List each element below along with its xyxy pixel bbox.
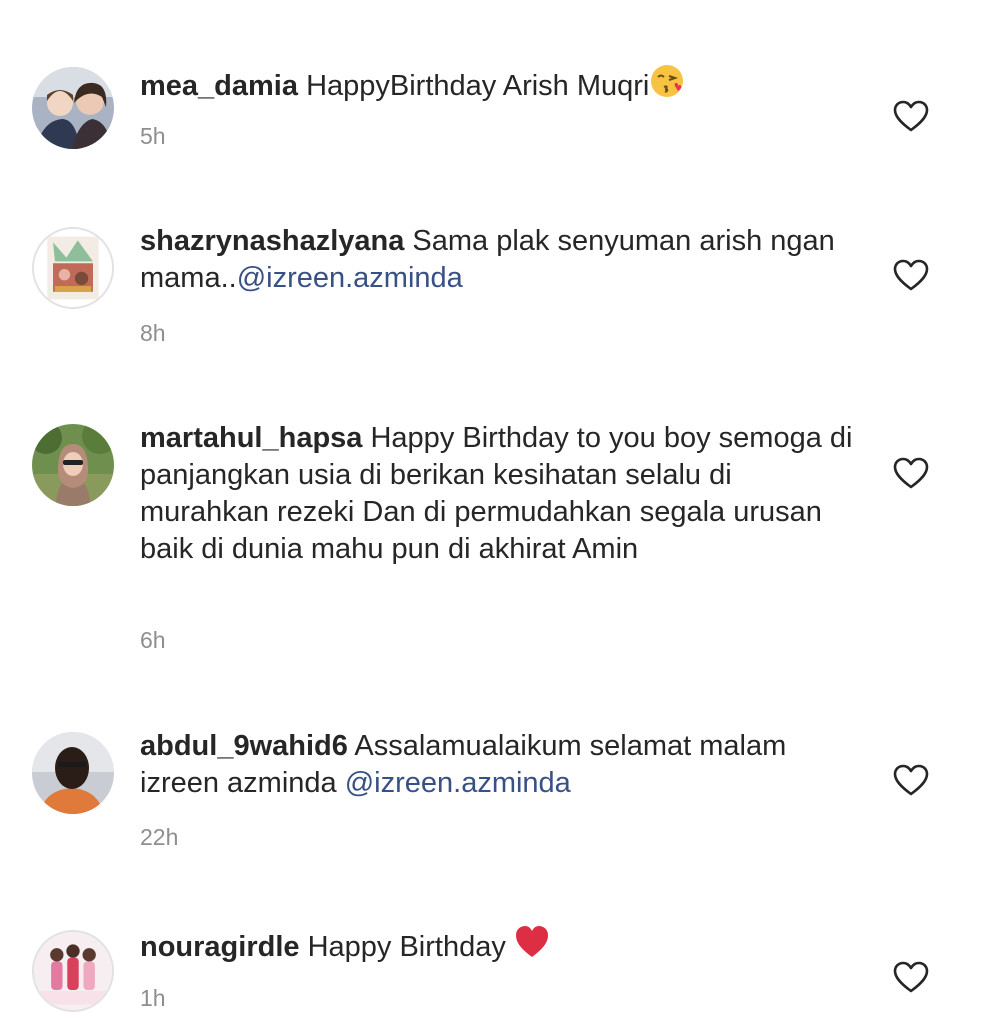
comment-text: abdul_9wahid6 Assalamualaikum selamat ma… [140,728,860,802]
avatar[interactable] [32,930,114,1012]
comment-time: 6h [140,627,166,653]
heart-outline-icon [893,259,929,291]
like-button[interactable] [892,456,930,490]
like-button[interactable] [892,99,930,133]
heart-outline-icon [893,961,929,993]
mention-link[interactable]: @izreen.azminda [237,262,463,294]
avatar[interactable] [32,67,114,149]
comment-time: 5h [140,123,166,149]
comment-username[interactable]: abdul_9wahid6 [140,730,348,762]
avatar[interactable] [32,424,114,506]
heart-outline-icon [893,100,929,132]
comment-text: martahul_hapsa Happy Birthday to you boy… [140,420,860,568]
avatar[interactable] [32,227,114,309]
comment-text: shazrynashazlyana Sama plak senyuman ari… [140,223,860,297]
comment-text: mea_damia HappyBirthday Arish Muqri [140,63,860,105]
kissing-heart-emoji-icon [649,63,685,99]
comment-time: 8h [140,320,166,346]
comment-body: Happy Birthday [307,931,506,963]
comment-body: HappyBirthday Arish Muqri [306,70,650,102]
comment-text: nouragirdle Happy Birthday [140,924,860,966]
like-button[interactable] [892,258,930,292]
comment-username[interactable]: mea_damia [140,70,298,102]
heart-outline-icon [893,764,929,796]
comment-username[interactable]: nouragirdle [140,931,300,963]
comment-username[interactable]: shazrynashazlyana [140,225,404,257]
comments-screen: mea_damia HappyBirthday Arish Muqri 5h s… [0,0,985,1024]
comment-username[interactable]: martahul_hapsa [140,422,362,454]
like-button[interactable] [892,763,930,797]
comment-time: 1h [140,985,166,1011]
avatar[interactable] [32,732,114,814]
red-heart-emoji-icon [514,924,550,960]
heart-outline-icon [893,457,929,489]
like-button[interactable] [892,960,930,994]
comment-time: 22h [140,824,179,850]
mention-link[interactable]: @izreen.azminda [345,767,571,799]
